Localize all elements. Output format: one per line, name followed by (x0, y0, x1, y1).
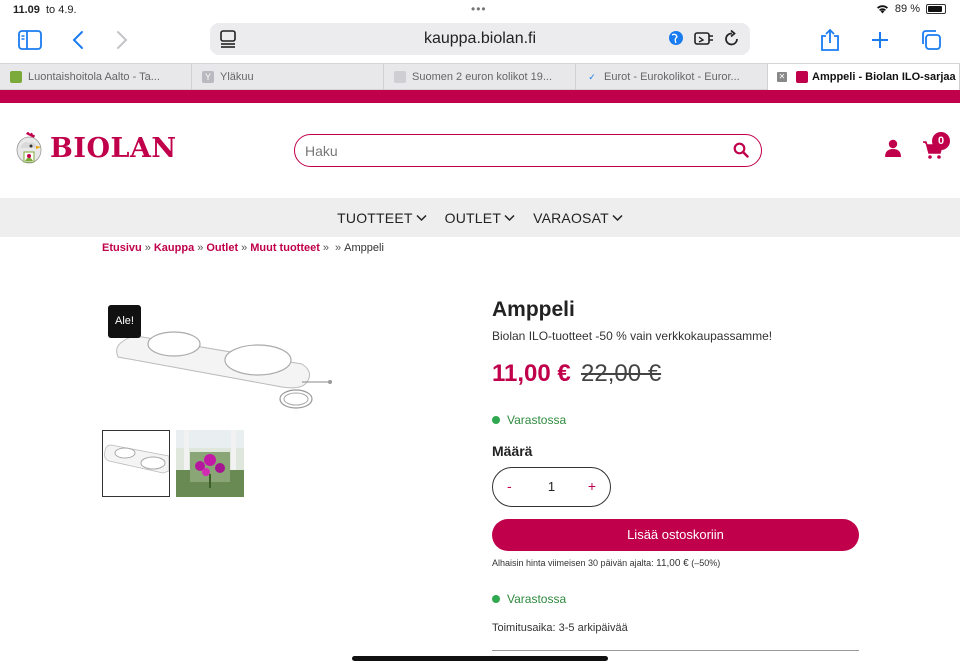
stock-status: Varastossa (492, 413, 566, 427)
search-icon[interactable] (733, 142, 749, 158)
browser-tab[interactable]: ✓ Eurot - Eurokolikot - Euror... (576, 64, 768, 90)
translate-globe-icon[interactable] (668, 30, 684, 46)
browser-tab-active[interactable]: ✕ Amppeli - Biolan ILO-sarjaa (768, 64, 960, 90)
breadcrumb-link[interactable]: Outlet (206, 242, 238, 254)
stock-status-label: Varastossa (507, 413, 567, 427)
multitasking-dots[interactable]: ••• (471, 2, 487, 16)
tab-favicon-icon: ✓ (586, 71, 598, 83)
stock-status-label: Varastossa (507, 592, 567, 606)
nav-item-tuotteet[interactable]: TUOTTEET (337, 209, 427, 226)
site-logo[interactable]: BIOLAN (14, 130, 177, 166)
browser-tab[interactable]: Y Yläkuu (192, 64, 384, 90)
browser-toolbar: kauppa.biolan.fi (0, 20, 960, 62)
breadcrumb-link[interactable]: Kauppa (154, 242, 194, 254)
nav-item-label: TUOTTEET (337, 209, 413, 226)
divider (492, 650, 859, 651)
tab-strip: Luontaishoitola Aalto - Ta... Y Yläkuu S… (0, 63, 960, 90)
main-nav: TUOTTEET OUTLET VARAOSAT (0, 198, 960, 237)
nav-item-label: OUTLET (444, 209, 502, 226)
tab-label: Luontaishoitola Aalto - Ta... (28, 71, 160, 83)
logo-text: BIOLAN (50, 132, 177, 164)
quantity-label: Määrä (492, 443, 533, 459)
tab-label: Yläkuu (220, 71, 254, 83)
sidebar-toggle-icon[interactable] (16, 27, 44, 53)
reload-icon[interactable] (724, 30, 740, 47)
top-brand-bar (0, 90, 960, 103)
new-tab-icon[interactable] (866, 27, 894, 53)
search-input[interactable] (305, 141, 705, 161)
stock-status-secondary: Varastossa (492, 592, 566, 606)
tab-label: Eurot - Eurokolikot - Euror... (604, 71, 740, 83)
thumbnail-image (104, 444, 170, 474)
sale-badge: Ale! (108, 305, 141, 338)
share-icon[interactable] (816, 27, 844, 53)
add-to-cart-button[interactable]: Lisää ostoskoriin (492, 519, 859, 551)
lowest-price-text: Alhaisin hinta viimeisen 30 päivän ajalt… (492, 558, 654, 568)
rooster-logo-icon (16, 132, 42, 164)
home-indicator[interactable] (352, 656, 608, 661)
battery-icon (926, 4, 946, 14)
account-icon[interactable] (884, 139, 902, 157)
address-bar[interactable]: kauppa.biolan.fi (210, 23, 750, 55)
nav-item-label: VARAOSAT (533, 209, 609, 226)
tab-favicon-icon (10, 71, 22, 83)
chevron-down-icon (612, 214, 623, 221)
breadcrumb: Etusivu» Kauppa» Outlet» Muut tuotteet»» Amp… (102, 242, 384, 254)
status-bar: 11.09 to 4.9. ••• 89 % (0, 0, 960, 20)
forward-icon[interactable] (108, 27, 136, 53)
tab-favicon-icon (394, 71, 406, 83)
original-price: 22,00 € (581, 360, 662, 387)
tab-label: Amppeli - Biolan ILO-sarjaa (812, 71, 956, 83)
status-right: 89 % (876, 3, 946, 15)
quantity-stepper: - 1 + (492, 467, 611, 507)
lowest-price-percent: (–50%) (691, 558, 721, 568)
browser-tab[interactable]: Luontaishoitola Aalto - Ta... (0, 64, 192, 90)
lowest-price-note: Alhaisin hinta viimeisen 30 päivän ajalt… (492, 558, 720, 569)
in-stock-dot-icon (492, 595, 500, 603)
lowest-price-value: 11,00 € (656, 558, 689, 569)
in-stock-dot-icon (492, 416, 500, 424)
cart-count-badge[interactable]: 0 (932, 132, 950, 150)
chevron-down-icon (504, 214, 515, 221)
breadcrumb-link[interactable]: Etusivu (102, 242, 142, 254)
tab-label: Suomen 2 euron kolikot 19... (412, 71, 553, 83)
nav-item-outlet[interactable]: OUTLET (445, 210, 515, 226)
breadcrumb-link[interactable]: Muut tuotteet (250, 242, 320, 254)
product-subtitle: Biolan ILO-tuotteet -50 % vain verkkokau… (492, 329, 773, 343)
status-time: 11.09 (13, 4, 40, 16)
tab-favicon-icon: Y (202, 71, 214, 83)
product-thumbnail[interactable] (176, 430, 244, 497)
quantity-increase-button[interactable]: + (588, 478, 596, 494)
tab-favicon-icon (796, 71, 808, 83)
extension-icon[interactable] (694, 30, 714, 46)
wifi-icon (876, 5, 888, 14)
browser-tab[interactable]: Suomen 2 euron kolikot 19... (384, 64, 576, 90)
search-box[interactable] (294, 134, 762, 167)
chevron-down-icon (416, 214, 427, 221)
breadcrumb-current: Amppeli (344, 242, 384, 254)
thumbnail-image (176, 430, 244, 497)
delivery-time: Toimitusaika: 3-5 arkipäivää (492, 622, 628, 634)
product-thumbnail[interactable] (102, 430, 170, 497)
back-icon[interactable] (64, 27, 92, 53)
close-tab-icon[interactable]: ✕ (777, 72, 787, 82)
product-title: Amppeli (492, 298, 575, 321)
battery-percent: 89 % (894, 3, 920, 15)
sale-price: 11,00 € (492, 360, 571, 387)
nav-item-varaosat[interactable]: VARAOSAT (533, 210, 623, 226)
tabs-overview-icon[interactable] (917, 27, 945, 53)
status-date: to 4.9. (46, 4, 77, 16)
